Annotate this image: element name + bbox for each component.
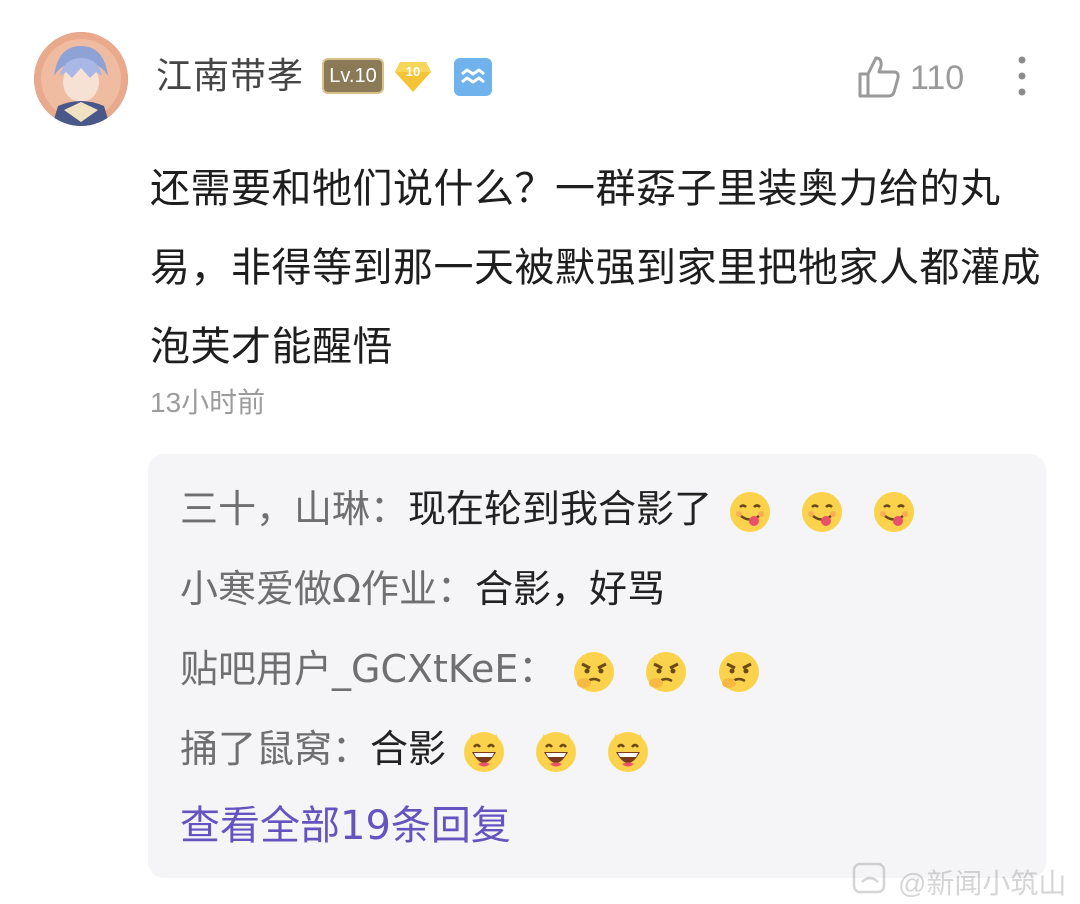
aquarius-icon <box>454 58 492 96</box>
watermark-text: @新闻小筑山 <box>898 868 1067 899</box>
like-count: 110 <box>910 59 965 97</box>
reply-item[interactable]: 小寒爱做Ω作业： 合影，好骂 <box>180 564 665 614</box>
tongue-out-emoji-icon <box>712 484 916 534</box>
comment-time: 13小时前 <box>150 387 266 418</box>
angry-thinking-emoji-icon <box>556 644 760 694</box>
watermark: @新闻小筑山 <box>852 860 1072 900</box>
level-badge: Lv.10 <box>322 58 384 94</box>
reply-author[interactable]: 小寒爱做Ω作业： <box>180 564 475 614</box>
weibo-logo-icon <box>852 862 886 894</box>
more-vertical-icon[interactable] <box>1016 56 1028 96</box>
reply-author[interactable]: 捅了鼠窝： <box>180 724 370 774</box>
username[interactable]: 江南带孝 <box>156 54 304 100</box>
thumbs-up-icon <box>858 56 900 98</box>
user-avatar[interactable] <box>34 32 128 126</box>
reply-item[interactable]: 捅了鼠窝： 合影 <box>180 724 650 774</box>
comment-text: 还需要和牠们说什么？一群孬子里装奥力给的丸易，非得等到那一天被默强到家里把牠家人… <box>150 166 1041 370</box>
reply-content: 现在轮到我合影了 <box>408 487 713 531</box>
reply-item[interactable]: 三十，山琳： 现在轮到我合影了 <box>180 484 916 534</box>
reply-content: 合影，好骂 <box>475 567 666 611</box>
reply-content: 合影 <box>370 727 447 771</box>
reply-item[interactable]: 贴吧用户_GCXtKeE： <box>180 644 761 694</box>
member-badge-icon: 10 <box>394 58 432 94</box>
member-badge-level: 10 <box>405 64 421 79</box>
reply-author[interactable]: 三十，山琳： <box>180 484 408 534</box>
reply-author[interactable]: 贴吧用户_GCXtKeE： <box>180 644 556 694</box>
like-button[interactable] <box>856 54 902 100</box>
view-all-replies-link[interactable]: 查看全部19条回复 <box>180 800 511 852</box>
grinning-emoji-icon <box>446 724 650 774</box>
